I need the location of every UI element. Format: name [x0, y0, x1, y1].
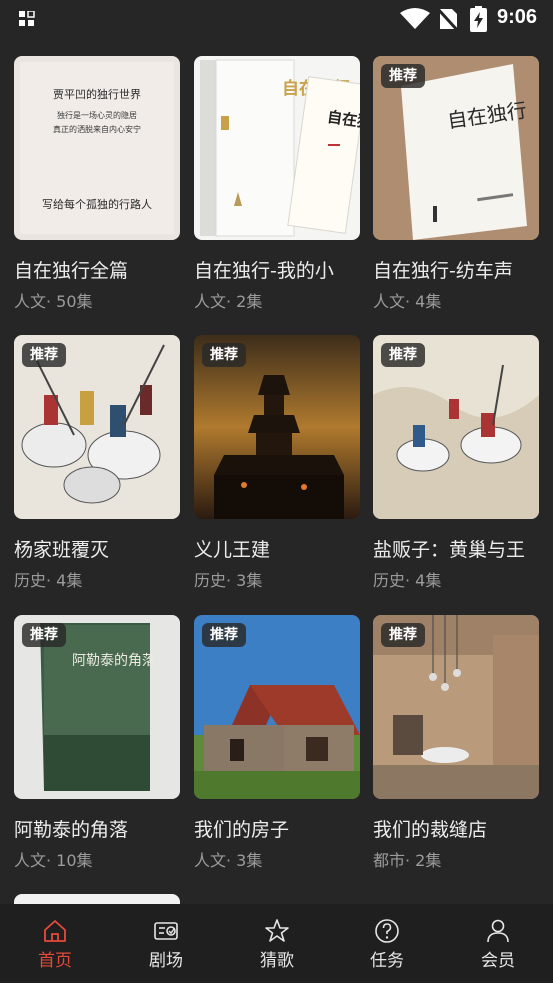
- nav-theater-label: 剧场: [149, 951, 183, 971]
- book-cover-art: 贾平凹的独行世界 独行是一场心灵的隐居 真正的洒脱来自内心安宁 写给每个孤独的行…: [14, 56, 180, 240]
- card-title: 自在独行-纺车声: [373, 260, 513, 282]
- cover-image[interactable]: 推荐: [194, 335, 360, 519]
- user-icon: [487, 919, 509, 943]
- apps-grid-icon: [19, 11, 35, 26]
- content-card[interactable]: 推荐 我们的裁缝店 都市· 2集: [373, 615, 539, 871]
- nav-tasks[interactable]: 任务: [347, 918, 427, 972]
- card-title: 我们的房子: [194, 819, 290, 841]
- content-grid[interactable]: 贾平凹的独行世界 独行是一场心灵的隐居 真正的洒脱来自内心安宁 写给每个孤独的行…: [0, 38, 553, 904]
- nav-tasks-label: 任务: [370, 951, 404, 971]
- status-bar: 9:06: [0, 0, 553, 38]
- cover-image[interactable]: 推荐: [194, 615, 360, 799]
- card-meta: 历史· 4集: [373, 571, 442, 590]
- card-title: 我们的裁缝店: [373, 819, 488, 841]
- cover-image[interactable]: 贾平凹的独行世界 独行是一场心灵的隐居 真正的洒脱来自内心安宁 写给每个孤独的行…: [14, 56, 180, 240]
- nav-guess-song[interactable]: 猜歌: [237, 918, 317, 972]
- help-icon: [375, 919, 399, 943]
- card-title: 阿勒泰的角落: [14, 819, 129, 841]
- recommend-badge: 推荐: [22, 623, 66, 647]
- nav-home[interactable]: 首页: [15, 918, 95, 972]
- star-icon: [265, 919, 289, 942]
- clock: 9:06: [497, 6, 538, 28]
- cover-image[interactable]: 阿勒泰的角落 推荐: [14, 615, 180, 799]
- content-card[interactable]: 推荐 我们的房子 人文· 3集: [194, 615, 360, 871]
- card-meta: 人文· 2集: [194, 292, 263, 311]
- cover-image[interactable]: [14, 894, 180, 904]
- nav-guess-song-label: 猜歌: [260, 951, 294, 971]
- wifi-icon: [400, 8, 430, 29]
- recommend-badge: 推荐: [381, 343, 425, 367]
- card-meta: 历史· 3集: [194, 571, 263, 590]
- cover-image[interactable]: 自在独行 自在独行: [194, 56, 360, 240]
- battery-charging-icon: [470, 6, 487, 32]
- card-meta: 人文· 50集: [14, 292, 93, 311]
- home-icon: [44, 920, 66, 942]
- svg-text:独行是一场心灵的隐居: 独行是一场心灵的隐居: [57, 110, 137, 120]
- no-sim-icon: [438, 7, 458, 31]
- nav-member[interactable]: 会员: [458, 918, 538, 972]
- svg-text:阿勒泰的角落: 阿勒泰的角落: [72, 653, 156, 669]
- content-card[interactable]: 自在独行 推荐 自在独行-纺车声 人文· 4集: [373, 56, 539, 312]
- recommend-badge: 推荐: [202, 623, 246, 647]
- card-meta: 历史· 4集: [14, 571, 83, 590]
- recommend-badge: 推荐: [202, 343, 246, 367]
- card-meta: 人文· 10集: [14, 851, 93, 870]
- card-meta: 人文· 3集: [194, 851, 263, 870]
- content-card[interactable]: 推荐 杨家班覆灭 历史· 4集: [14, 335, 180, 591]
- cover-image[interactable]: 自在独行 推荐: [373, 56, 539, 240]
- content-card[interactable]: 推荐 盐贩子：黄巢与王 历史· 4集: [373, 335, 539, 591]
- recommend-badge: 推荐: [381, 64, 425, 88]
- card-meta: 都市· 2集: [373, 851, 442, 870]
- card-title: 盐贩子：黄巢与王: [373, 539, 526, 561]
- card-title: 自在独行全篇: [14, 260, 129, 282]
- bottom-nav: 首页 剧场 猜歌 任务 会员: [0, 904, 553, 983]
- cover-image[interactable]: 推荐: [14, 335, 180, 519]
- svg-text:写给每个孤独的行路人: 写给每个孤独的行路人: [42, 197, 152, 211]
- card-title: 义儿王建: [194, 539, 271, 561]
- recommend-badge: 推荐: [22, 343, 66, 367]
- theater-icon: [154, 922, 178, 940]
- svg-text:真正的洒脱来自内心安宁: 真正的洒脱来自内心安宁: [53, 124, 141, 134]
- content-card[interactable]: [14, 894, 180, 904]
- card-meta: 人文· 4集: [373, 292, 442, 311]
- content-card[interactable]: 推荐 义儿王建 历史· 3集: [194, 335, 360, 591]
- content-card[interactable]: 贾平凹的独行世界 独行是一场心灵的隐居 真正的洒脱来自内心安宁 写给每个孤独的行…: [14, 56, 180, 312]
- recommend-badge: 推荐: [381, 623, 425, 647]
- nav-theater[interactable]: 剧场: [126, 918, 206, 972]
- nav-member-label: 会员: [481, 951, 515, 971]
- cover-image[interactable]: 推荐: [373, 335, 539, 519]
- content-card[interactable]: 自在独行 自在独行 自在独行-我的小 人文· 2集: [194, 56, 360, 312]
- cover-image[interactable]: 推荐: [373, 615, 539, 799]
- card-title: 杨家班覆灭: [14, 539, 110, 561]
- card-title: 自在独行-我的小: [194, 260, 334, 282]
- nav-home-label: 首页: [38, 951, 72, 971]
- content-card[interactable]: 阿勒泰的角落 推荐 阿勒泰的角落 人文· 10集: [14, 615, 180, 871]
- svg-text:贾平凹的独行世界: 贾平凹的独行世界: [53, 87, 141, 101]
- book-cover-art: 自在独行 自在独行: [194, 56, 360, 240]
